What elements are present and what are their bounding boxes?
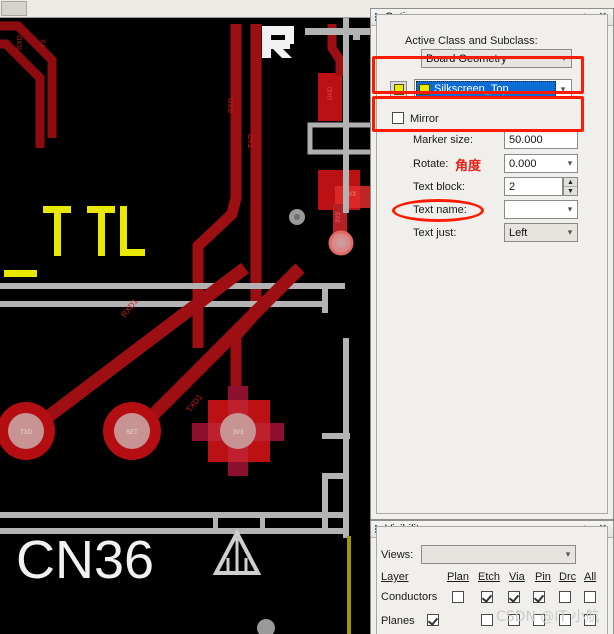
subclass-selected-item[interactable]: Silkscreen_Top [416, 81, 556, 97]
row-label-planes: Planes [381, 615, 415, 627]
text-name-combo[interactable]: ▾ [504, 200, 578, 219]
options-panel: Options ┬ ▲ ✕ Active Class and Subclass:… [370, 8, 614, 520]
rotate-combo[interactable]: 0.000 ▾ [504, 154, 578, 173]
chevron-down-icon: ▾ [567, 227, 573, 237]
marker-size-label: Marker size: [413, 134, 473, 146]
column-header-drc: Drc [559, 571, 577, 583]
svg-text:TXD: TXD [248, 134, 255, 148]
layer-color-swatch-icon [419, 83, 430, 95]
rotate-annotation-text: 角度 [455, 158, 482, 173]
subclass-value: Silkscreen_Top [434, 83, 509, 95]
checkbox-conductors-via[interactable] [508, 591, 520, 603]
color-swatch-icon [393, 84, 404, 95]
subclass-combo[interactable]: Silkscreen_Top ▾ [414, 79, 572, 99]
checkbox-planes-pin[interactable] [533, 614, 545, 626]
svg-text:RXD: RXD [17, 35, 24, 50]
text-just-combo[interactable]: Left ▾ [504, 223, 578, 242]
layer-column-header: Layer [381, 571, 409, 583]
stepper-down-icon[interactable]: ▼ [564, 187, 577, 195]
visibility-panel: Visibility ┬ ▲ ✕ Views: ▾ Layer Plan Etc… [370, 520, 614, 634]
mirror-checkbox[interactable] [392, 112, 404, 124]
toolbar-button[interactable] [1, 1, 27, 16]
pcb-canvas[interactable]: RXD TX RXD TXD GND 3V3 3V3 RXD1 TXD1 TXD… [0, 18, 370, 634]
text-just-label: Text just: [413, 227, 457, 239]
svg-text:RXD: RXD [228, 98, 235, 113]
checkbox-conductors-drc[interactable] [559, 591, 571, 603]
svg-text:3V3: 3V3 [336, 212, 342, 223]
text-block-stepper[interactable]: ▲ ▼ [563, 177, 578, 196]
svg-text:GND: GND [328, 86, 334, 100]
checkbox-conductors-pin[interactable] [533, 591, 545, 603]
chevron-down-icon: ▾ [567, 204, 573, 214]
checkbox-planes-via[interactable] [508, 614, 520, 626]
views-combo[interactable]: ▾ [421, 545, 576, 564]
subclass-color-button[interactable] [390, 81, 407, 98]
svg-text:SET: SET [126, 430, 138, 436]
pcb-drawing: RXD TX RXD TXD GND 3V3 3V3 RXD1 TXD1 TXD… [0, 18, 370, 634]
column-header-plan: Plan [447, 571, 470, 583]
views-label: Views: [381, 549, 414, 561]
rotate-value: 0.000 [509, 157, 537, 170]
checkbox-planes-lead[interactable] [427, 614, 439, 626]
mirror-label: Mirror [410, 113, 439, 125]
active-class-label: Active Class and Subclass: [405, 35, 538, 47]
chevron-down-icon: ▾ [561, 53, 567, 63]
svg-text:TX: TX [41, 39, 48, 48]
visibility-content: Views: ▾ Layer Plan Etch Via Pin Drc All… [376, 526, 608, 634]
app-root: RXD TX RXD TXD GND 3V3 3V3 RXD1 TXD1 TXD… [0, 0, 614, 634]
active-class-combo[interactable]: Board Geometry ▾ [421, 49, 572, 68]
checkbox-conductors-all[interactable] [584, 591, 596, 603]
svg-text:3V3: 3V3 [233, 430, 244, 436]
stepper-up-icon[interactable]: ▲ [564, 178, 577, 187]
checkbox-planes-all[interactable] [584, 614, 596, 626]
chevron-down-icon: ▾ [565, 549, 571, 559]
silkscreen-cn36: CN36 [16, 530, 154, 590]
checkbox-conductors-plan[interactable] [452, 591, 464, 603]
marker-size-value: 50.000 [509, 133, 543, 146]
column-header-all: All [584, 571, 597, 583]
row-label-conductors: Conductors [381, 591, 438, 603]
chevron-down-icon[interactable]: ▾ [556, 84, 570, 94]
active-class-value: Board Geometry [426, 52, 507, 65]
chevron-down-icon: ▾ [567, 158, 573, 168]
text-just-value: Left [509, 226, 528, 239]
checkbox-planes-etch[interactable] [481, 614, 493, 626]
options-content: Active Class and Subclass: Board Geometr… [376, 14, 608, 514]
text-name-label: Text name: [413, 204, 467, 216]
checkbox-conductors-etch[interactable] [481, 591, 493, 603]
text-block-value: 2 [509, 180, 516, 193]
checkbox-planes-drc[interactable] [559, 614, 571, 626]
text-block-input[interactable]: 2 [504, 177, 563, 196]
marker-size-input[interactable]: 50.000 [504, 130, 578, 149]
text-block-label: Text block: [413, 181, 465, 193]
column-header-pin: Pin [535, 571, 551, 583]
pad-set: SET [103, 402, 161, 460]
rotate-label: Rotate: [413, 158, 449, 170]
column-header-via: Via [509, 571, 525, 583]
svg-text:TXD: TXD [20, 430, 33, 436]
column-header-etch: Etch [478, 571, 501, 583]
